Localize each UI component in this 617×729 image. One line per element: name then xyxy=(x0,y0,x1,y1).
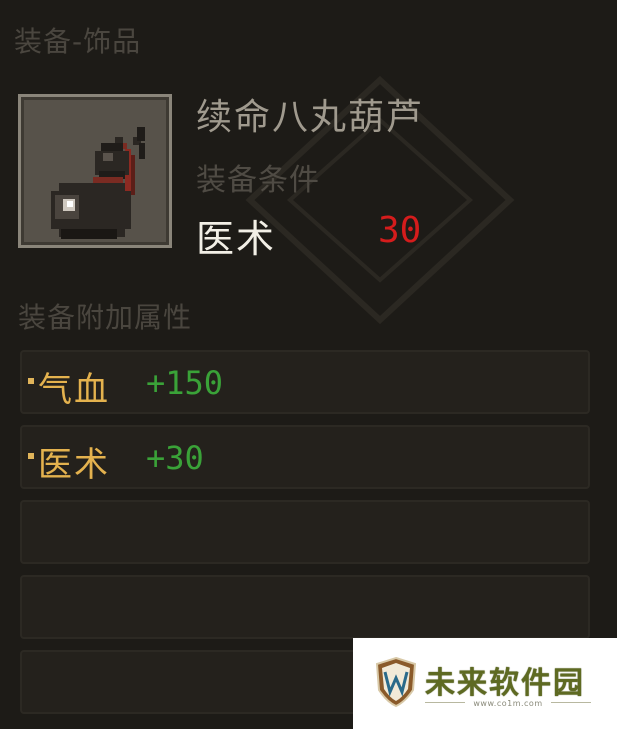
bullet-marker xyxy=(28,453,34,459)
attribute-slot: 气血 +150 xyxy=(20,350,590,414)
watermark: 未来软件园 www.co1m.com xyxy=(353,638,617,729)
attribute-name: 医术 xyxy=(38,445,110,485)
watermark-text: 未来软件园 xyxy=(425,666,585,701)
attribute-value: +30 xyxy=(146,439,204,477)
requirement-skill: 医术 xyxy=(196,217,277,261)
attribute-value: +150 xyxy=(146,364,224,402)
attribute-name: 气血 xyxy=(38,370,110,410)
requirement-value: 30 xyxy=(378,210,422,251)
attribute-slot-empty xyxy=(20,575,590,639)
requirement-label: 装备条件 xyxy=(196,163,320,198)
category-title: 装备-饰品 xyxy=(14,25,142,58)
watermark-url: www.co1m.com xyxy=(473,699,543,708)
attributes-title: 装备附加属性 xyxy=(18,301,193,334)
attribute-slot-empty xyxy=(20,500,590,564)
equipment-tooltip-panel: 装备-饰品 续命八丸葫芦 装备条件 医术 30 装备附加属性 气血 +150 医… xyxy=(0,0,617,729)
bullet-marker xyxy=(28,378,34,384)
attribute-slot: 医术 +30 xyxy=(20,425,590,489)
item-name: 续命八丸葫芦 xyxy=(196,97,425,138)
item-icon-frame xyxy=(18,94,172,248)
w-shield-icon xyxy=(375,656,417,708)
gourd-icon xyxy=(51,127,145,239)
